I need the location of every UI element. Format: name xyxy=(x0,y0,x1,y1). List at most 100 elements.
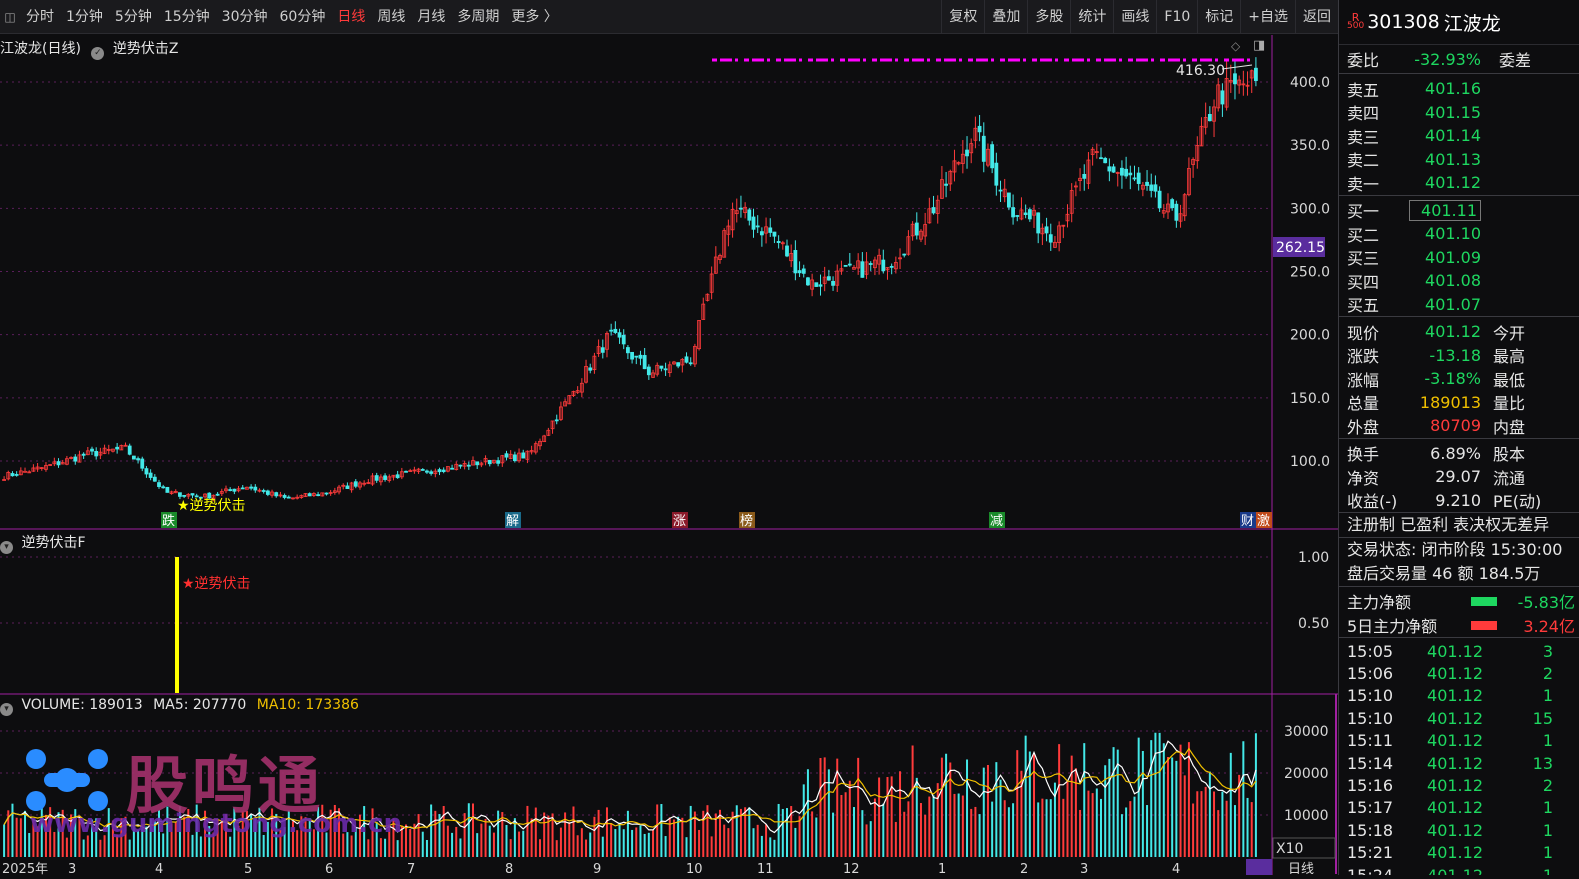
candle-body xyxy=(383,475,387,480)
period-tab[interactable]: 周线 xyxy=(371,0,411,34)
period-tab[interactable]: 月线 xyxy=(411,0,451,34)
kline-chart-area[interactable]: 416.30 ★逆势伏击跌解涨榜减财激 ★逆势伏击 400.0 350.0 300.0… xyxy=(0,35,1338,877)
tool-button[interactable]: 叠加 xyxy=(984,0,1027,34)
bid-row[interactable]: 买一 401.11 xyxy=(1339,199,1579,223)
book-price: 401.15 xyxy=(1425,102,1481,122)
tick-qty: 13 xyxy=(1532,753,1553,773)
tool-button[interactable]: 复权 xyxy=(941,0,984,34)
period-tab[interactable]: 更多 〉 xyxy=(505,0,563,34)
tool-button[interactable]: F10 xyxy=(1156,0,1197,34)
tick-row[interactable]: 15:16 401.12 2 xyxy=(1339,774,1579,796)
candle-body xyxy=(759,231,764,236)
candle-body xyxy=(157,482,161,487)
candle-body xyxy=(1233,73,1237,85)
candle-body xyxy=(1023,212,1028,216)
tool-button[interactable]: 画线 xyxy=(1113,0,1156,34)
volume-toggle-icon[interactable]: ▾ xyxy=(0,703,13,716)
period-tab[interactable]: 1分钟 xyxy=(60,0,109,34)
event-tag[interactable]: 解 xyxy=(506,514,519,529)
candle-body xyxy=(860,261,865,278)
candle-body xyxy=(450,467,454,470)
candle-body xyxy=(307,493,312,497)
candle-body xyxy=(613,328,618,333)
candle-body xyxy=(621,334,626,345)
book-price: 401.09 xyxy=(1425,247,1481,267)
x-end-label: 日线 xyxy=(1288,862,1314,875)
candle-body xyxy=(1220,90,1225,105)
tool-button[interactable]: +自选 xyxy=(1240,0,1295,34)
period-tab[interactable]: 多周期 xyxy=(451,0,505,34)
bid-row[interactable]: 买二 401.10 xyxy=(1339,222,1579,246)
tick-list[interactable]: 15:05 401.12 3 15:06 401.12 2 15:10 401.12 1 15:1… xyxy=(1339,638,1579,875)
stat-label-2: 今开 xyxy=(1493,323,1526,343)
indicator-toggle-icon[interactable]: ✓ xyxy=(91,47,105,60)
tick-row[interactable]: 15:05 401.12 3 xyxy=(1339,640,1579,662)
tick-row[interactable]: 15:06 401.12 2 xyxy=(1339,662,1579,684)
candle-body xyxy=(81,453,86,456)
tick-qty: 1 xyxy=(1542,798,1553,818)
candle-body xyxy=(914,222,919,236)
stat-row: 净资 29.07 流通 xyxy=(1339,465,1579,489)
tick-time: 15:11 xyxy=(1347,731,1394,751)
candle-body xyxy=(739,207,743,210)
bid-row[interactable]: 买四 401.08 xyxy=(1339,269,1579,293)
period-tab[interactable]: 日线 xyxy=(331,0,371,34)
candle-body xyxy=(806,277,810,286)
sub-panel-title[interactable]: 逆势伏击F xyxy=(21,535,85,551)
event-tag[interactable]: 涨 xyxy=(673,514,686,529)
tool-button[interactable]: 统计 xyxy=(1070,0,1113,34)
candle-body xyxy=(1207,114,1212,122)
tick-row[interactable]: 15:18 401.12 1 xyxy=(1339,819,1579,841)
candle-body xyxy=(496,460,501,464)
tool-button[interactable]: 标记 xyxy=(1197,0,1240,34)
book-level-label: 卖二 xyxy=(1347,151,1380,171)
ask-row[interactable]: 卖一 401.12 xyxy=(1339,171,1579,195)
tool-button[interactable]: 返回 xyxy=(1295,0,1338,34)
ask-book: 卖五 401.16 卖四 401.15 卖三 401.14 卖二 401.13 卖一 401.12 xyxy=(1339,74,1579,195)
candle-body xyxy=(115,446,120,450)
period-tab[interactable]: 15分钟 xyxy=(158,0,216,34)
book-level-label: 卖一 xyxy=(1347,174,1380,194)
ask-row[interactable]: 卖四 401.15 xyxy=(1339,101,1579,125)
tick-row[interactable]: 15:21 401.12 1 xyxy=(1339,842,1579,864)
bid-row[interactable]: 买五 401.07 xyxy=(1339,293,1579,317)
tick-row[interactable]: 15:17 401.12 1 xyxy=(1339,797,1579,819)
event-tag[interactable]: 减 xyxy=(990,514,1003,529)
signal-bar xyxy=(175,557,179,693)
candle-body xyxy=(768,227,773,233)
period-tab[interactable]: 分时 xyxy=(20,0,60,34)
event-tag[interactable]: 榜 xyxy=(740,513,753,529)
candle-body xyxy=(1082,173,1087,179)
sub-indicator-toggle-icon[interactable]: ▾ xyxy=(0,541,13,554)
period-tabs: 分时 1分钟 5分钟 15分钟 30分钟 60分钟 日线 周线 月线 多周期 更多 〉 xyxy=(20,0,564,34)
event-tag[interactable]: 跌 xyxy=(162,513,175,529)
tick-row[interactable]: 15:14 401.12 13 xyxy=(1339,752,1579,774)
tick-row[interactable]: 15:10 401.12 1 xyxy=(1339,685,1579,707)
chart-expand-icon[interactable]: ◨ xyxy=(1253,38,1265,53)
bid-row[interactable]: 买三 401.09 xyxy=(1339,246,1579,270)
event-tag[interactable]: 财 xyxy=(1241,514,1254,529)
book-price: 401.16 xyxy=(1425,79,1481,99)
tick-row[interactable]: 15:10 401.12 15 xyxy=(1339,707,1579,729)
ask-row[interactable]: 卖三 401.14 xyxy=(1339,124,1579,148)
tick-row[interactable]: 15:24401.121 xyxy=(1339,864,1579,875)
period-tab[interactable]: 60分钟 xyxy=(274,0,332,34)
tool-button[interactable]: 多股 xyxy=(1027,0,1070,34)
candle-body xyxy=(847,263,852,266)
chart-diamond-icon[interactable]: ◇ xyxy=(1231,39,1240,53)
ask-row[interactable]: 卖五 401.16 xyxy=(1339,77,1579,101)
tick-price: 401.12 xyxy=(1423,866,1483,875)
tick-qty: 1 xyxy=(1542,686,1553,706)
candle-body xyxy=(868,263,873,265)
ask-row[interactable]: 卖二 401.13 xyxy=(1339,148,1579,172)
price-tick: 150.0 xyxy=(1290,391,1330,407)
event-tag[interactable]: 激 xyxy=(1257,514,1270,529)
main-indicator-name[interactable]: 逆势伏击Z xyxy=(113,41,179,57)
candle-body xyxy=(588,367,593,371)
tick-row[interactable]: 15:11 401.12 1 xyxy=(1339,730,1579,752)
book-level-label: 卖三 xyxy=(1347,127,1380,147)
period-tab[interactable]: 5分钟 xyxy=(109,0,158,34)
period-tab[interactable]: 30分钟 xyxy=(216,0,274,34)
candle-body xyxy=(1145,181,1149,186)
panel-toggle-icon[interactable]: ◫ xyxy=(0,0,20,34)
